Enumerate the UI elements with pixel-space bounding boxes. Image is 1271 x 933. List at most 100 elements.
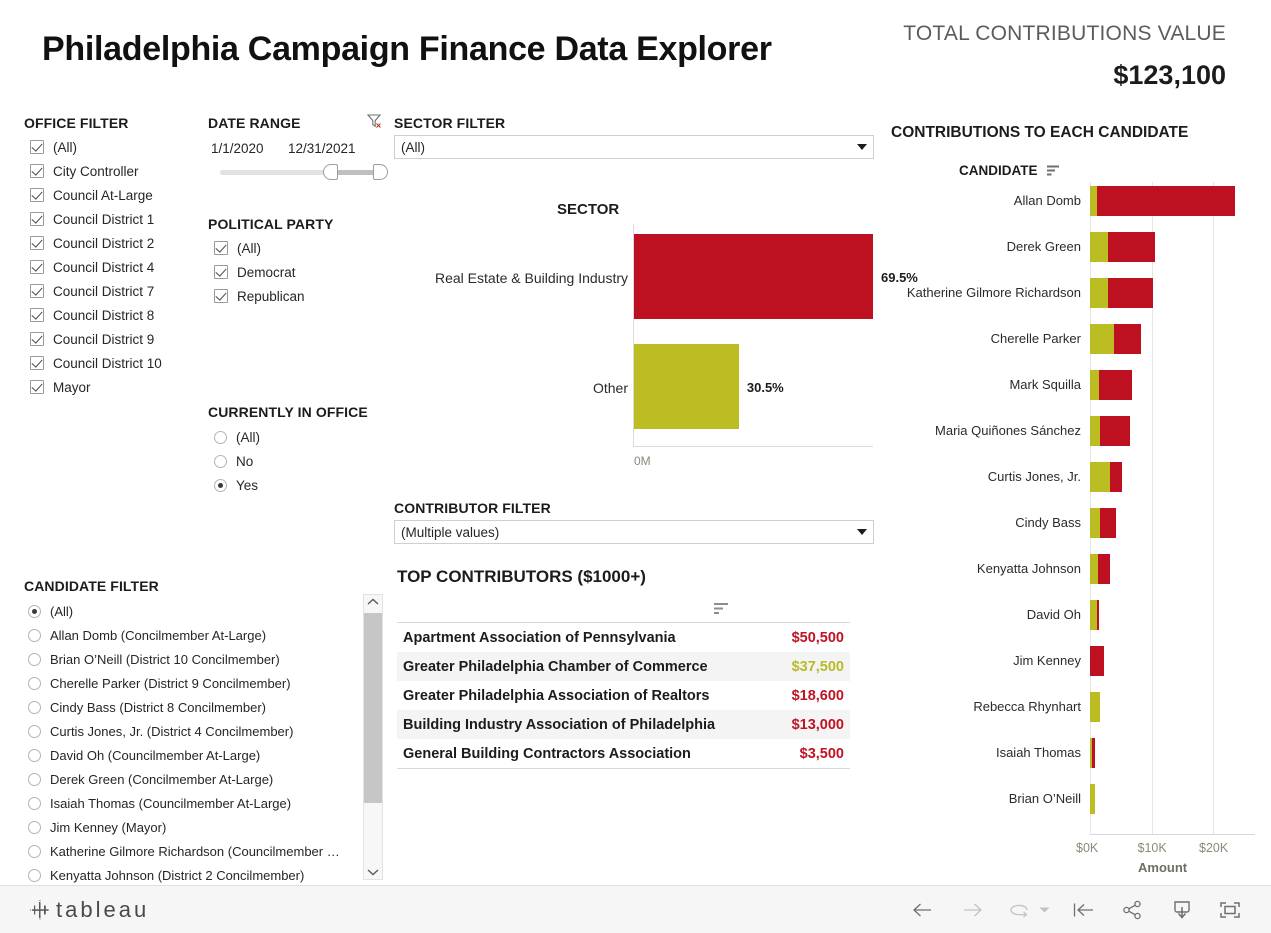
sector-bar-1[interactable] [634,344,739,429]
candidate-filter-radio[interactable] [28,628,41,642]
candidate-chart-bar-segment[interactable] [1090,370,1099,400]
candidate-filter-item[interactable]: Derek Green (Concilmember At-Large) [28,767,340,791]
office-filter-item[interactable]: Council District 4 [30,255,162,279]
candidate-filter-item[interactable]: Cindy Bass (District 8 Concilmember) [28,695,340,719]
political-party-list[interactable]: (All) Democrat Republican [214,236,305,308]
political-party-checkbox[interactable] [214,241,228,255]
candidate-filter-item[interactable]: Allan Domb (Concilmember At-Large) [28,623,340,647]
office-filter-item[interactable]: Council At-Large [30,183,162,207]
office-filter-item[interactable]: (All) [30,135,162,159]
candidate-filter-radio[interactable] [28,748,41,762]
currently-in-office-list[interactable]: (All) No Yes [214,425,260,497]
table-row[interactable]: Apartment Association of Pennsylvania $50… [397,623,850,652]
date-range-slider[interactable] [220,164,388,180]
download-button[interactable] [1167,896,1197,924]
table-row[interactable]: General Building Contractors Association… [397,739,850,768]
candidate-chart-bar-segment[interactable] [1100,508,1117,538]
currently-in-office-item[interactable]: Yes [214,473,260,497]
sort-descending-icon[interactable] [1047,164,1061,182]
candidate-chart-bar-segment[interactable] [1113,324,1142,354]
candidate-filter-item[interactable]: Isaiah Thomas (Councilmember At-Large) [28,791,340,815]
office-filter-list[interactable]: (All) City Controller Council At-Large Coun… [30,135,162,399]
candidate-filter-radio[interactable] [28,868,41,882]
candidate-chart-bar-segment[interactable] [1091,738,1095,768]
sector-filter-dropdown[interactable]: (All) [394,135,874,159]
scrollbar-thumb[interactable] [364,613,382,803]
candidate-chart-bar-segment[interactable] [1090,692,1101,722]
currently-in-office-radio[interactable] [214,430,227,444]
candidate-filter-radio[interactable] [28,700,41,714]
office-filter-checkbox[interactable] [30,356,44,370]
candidate-filter-radio[interactable] [28,820,41,834]
political-party-item[interactable]: Republican [214,284,305,308]
contributor-filter-dropdown[interactable]: (Multiple values) [394,520,874,544]
office-filter-checkbox[interactable] [30,140,44,154]
political-party-checkbox[interactable] [214,289,228,303]
office-filter-item[interactable]: Mayor [30,375,162,399]
candidate-chart-bar-segment[interactable] [1090,462,1111,492]
candidate-chart-bar-segment[interactable] [1097,554,1110,584]
office-filter-checkbox[interactable] [30,308,44,322]
office-filter-checkbox[interactable] [30,332,44,346]
share-button[interactable] [1118,896,1148,924]
back-button[interactable] [907,896,937,924]
candidate-chart-bar-segment[interactable] [1090,278,1109,308]
candidate-filter-scrollbar[interactable] [363,594,383,880]
candidate-filter-radio[interactable] [28,724,41,738]
office-filter-checkbox[interactable] [30,188,44,202]
office-filter-item[interactable]: City Controller [30,159,162,183]
candidate-filter-radio[interactable] [28,652,41,666]
refresh-dropdown-button[interactable] [1036,896,1052,924]
candidate-chart-bar-segment[interactable] [1108,232,1156,262]
candidate-filter-item[interactable]: (All) [28,599,340,623]
office-filter-item[interactable]: Council District 8 [30,303,162,327]
candidate-filter-item[interactable]: Kenyatta Johnson (District 2 Concilmembe… [28,863,340,887]
sort-descending-icon[interactable] [714,602,730,621]
office-filter-checkbox[interactable] [30,284,44,298]
refresh-button[interactable] [1004,896,1034,924]
candidate-filter-radio[interactable] [28,844,41,858]
candidate-filter-list[interactable]: (All) Allan Domb (Concilmember At-Large) B… [28,599,340,887]
candidate-filter-item[interactable]: Curtis Jones, Jr. (District 4 Concilmemb… [28,719,340,743]
scroll-up-icon[interactable] [364,598,382,606]
candidate-chart-bar-segment[interactable] [1090,232,1109,262]
candidate-filter-radio[interactable] [28,676,41,690]
office-filter-checkbox[interactable] [30,212,44,226]
candidate-filter-item[interactable]: Katherine Gilmore Richardson (Councilmem… [28,839,340,863]
candidate-filter-radio[interactable] [28,604,41,618]
sector-bar-0[interactable] [634,234,873,319]
table-row[interactable]: Greater Philadelphia Chamber of Commerce… [397,652,850,681]
candidate-chart-bar-segment[interactable] [1108,278,1153,308]
political-party-checkbox[interactable] [214,265,228,279]
candidate-chart-bar-segment[interactable] [1090,324,1114,354]
office-filter-checkbox[interactable] [30,260,44,274]
office-filter-item[interactable]: Council District 7 [30,279,162,303]
candidate-chart-bar-segment[interactable] [1090,600,1097,630]
currently-in-office-item[interactable]: No [214,449,260,473]
office-filter-checkbox[interactable] [30,236,44,250]
date-range-end[interactable]: 12/31/2021 [288,141,356,156]
table-row[interactable]: Building Industry Association of Philade… [397,710,850,739]
candidate-filter-item[interactable]: David Oh (Councilmember At-Large) [28,743,340,767]
candidate-filter-item[interactable]: Brian O’Neill (District 10 Concilmember) [28,647,340,671]
date-range-handle-right[interactable] [373,164,388,180]
forward-button[interactable] [958,896,988,924]
scroll-down-icon[interactable] [364,868,382,876]
office-filter-item[interactable]: Council District 9 [30,327,162,351]
currently-in-office-radio[interactable] [214,454,227,468]
candidate-chart-bar-segment[interactable] [1110,462,1122,492]
currently-in-office-item[interactable]: (All) [214,425,260,449]
political-party-item[interactable]: (All) [214,236,305,260]
tableau-logo[interactable]: tableau [28,897,149,923]
fullscreen-button[interactable] [1215,896,1245,924]
revert-button[interactable] [1069,896,1099,924]
office-filter-item[interactable]: Council District 10 [30,351,162,375]
candidate-filter-item[interactable]: Cherelle Parker (District 9 Concilmember… [28,671,340,695]
candidate-chart-bar-segment[interactable] [1090,554,1098,584]
currently-in-office-radio[interactable] [214,478,227,492]
candidate-filter-radio[interactable] [28,796,41,810]
candidate-chart-bar-segment[interactable] [1090,646,1105,676]
candidate-chart-bar-segment[interactable] [1090,508,1101,538]
candidate-chart-bar-segment[interactable] [1090,784,1095,814]
office-filter-item[interactable]: Council District 2 [30,231,162,255]
